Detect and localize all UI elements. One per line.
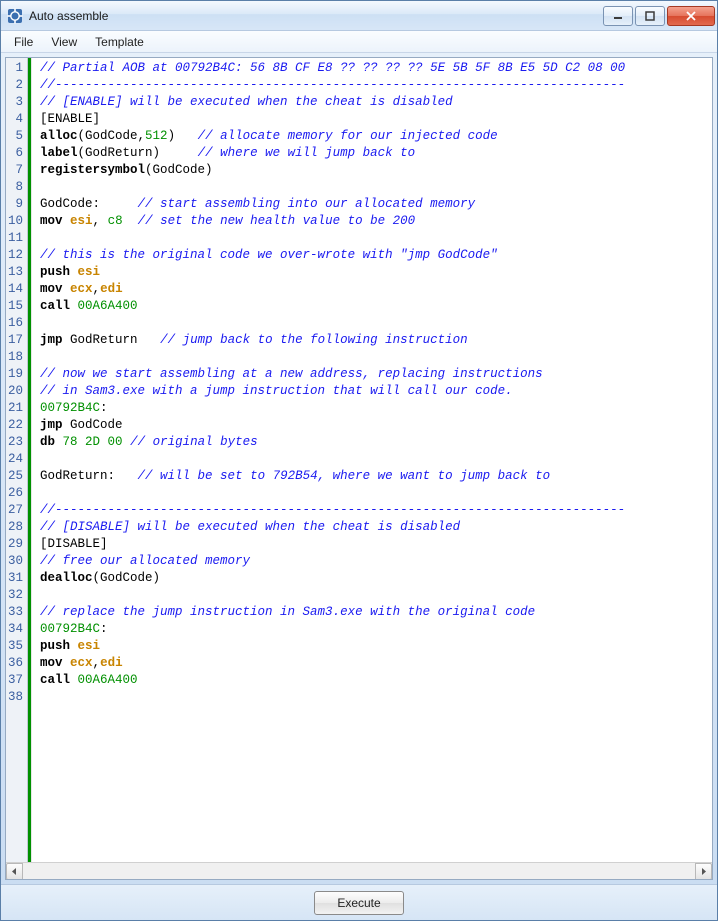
line-number: 22 bbox=[8, 417, 23, 434]
code-line[interactable]: call 00A6A400 bbox=[40, 672, 712, 689]
code-line[interactable]: label(GodReturn) // where we will jump b… bbox=[40, 145, 712, 162]
code-line[interactable] bbox=[40, 230, 712, 247]
code-line[interactable]: 00792B4C: bbox=[40, 621, 712, 638]
code-line[interactable]: //--------------------------------------… bbox=[40, 502, 712, 519]
code-editor[interactable]: // Partial AOB at 00792B4C: 56 8B CF E8 … bbox=[32, 58, 712, 862]
code-line[interactable]: push esi bbox=[40, 264, 712, 281]
code-line[interactable]: // [ENABLE] will be executed when the ch… bbox=[40, 94, 712, 111]
line-number: 34 bbox=[8, 621, 23, 638]
editor-scroll[interactable]: 1234567891011121314151617181920212223242… bbox=[6, 58, 712, 862]
line-number: 27 bbox=[8, 502, 23, 519]
minimize-button[interactable] bbox=[603, 6, 633, 26]
scroll-right-arrow[interactable] bbox=[695, 863, 712, 880]
line-number: 35 bbox=[8, 638, 23, 655]
line-number: 14 bbox=[8, 281, 23, 298]
line-number: 16 bbox=[8, 315, 23, 332]
line-number: 5 bbox=[8, 128, 23, 145]
line-number: 28 bbox=[8, 519, 23, 536]
code-line[interactable] bbox=[40, 349, 712, 366]
line-number: 38 bbox=[8, 689, 23, 706]
line-number: 19 bbox=[8, 366, 23, 383]
code-line[interactable] bbox=[40, 689, 712, 706]
titlebar[interactable]: Auto assemble bbox=[1, 1, 717, 31]
code-line[interactable]: [DISABLE] bbox=[40, 536, 712, 553]
line-number: 4 bbox=[8, 111, 23, 128]
code-line[interactable]: alloc(GodCode,512) // allocate memory fo… bbox=[40, 128, 712, 145]
code-line[interactable]: call 00A6A400 bbox=[40, 298, 712, 315]
code-line[interactable] bbox=[40, 179, 712, 196]
code-line[interactable]: // [DISABLE] will be executed when the c… bbox=[40, 519, 712, 536]
line-number: 13 bbox=[8, 264, 23, 281]
line-number: 11 bbox=[8, 230, 23, 247]
menu-view[interactable]: View bbox=[42, 32, 86, 52]
footer: Execute bbox=[1, 884, 717, 920]
line-number: 25 bbox=[8, 468, 23, 485]
code-line[interactable]: mov ecx,edi bbox=[40, 281, 712, 298]
line-number: 29 bbox=[8, 536, 23, 553]
code-line[interactable]: db 78 2D 00 // original bytes bbox=[40, 434, 712, 451]
line-number: 17 bbox=[8, 332, 23, 349]
line-number: 18 bbox=[8, 349, 23, 366]
line-number: 20 bbox=[8, 383, 23, 400]
menu-template[interactable]: Template bbox=[86, 32, 153, 52]
code-line[interactable] bbox=[40, 315, 712, 332]
code-line[interactable]: //--------------------------------------… bbox=[40, 77, 712, 94]
code-line[interactable]: GodCode: // start assembling into our al… bbox=[40, 196, 712, 213]
code-line[interactable]: // Partial AOB at 00792B4C: 56 8B CF E8 … bbox=[40, 60, 712, 77]
code-line[interactable]: jmp GodReturn // jump back to the follow… bbox=[40, 332, 712, 349]
code-line[interactable]: dealloc(GodCode) bbox=[40, 570, 712, 587]
code-line[interactable]: // this is the original code we over-wro… bbox=[40, 247, 712, 264]
code-line[interactable]: // replace the jump instruction in Sam3.… bbox=[40, 604, 712, 621]
code-line[interactable]: [ENABLE] bbox=[40, 111, 712, 128]
code-line[interactable]: // now we start assembling at a new addr… bbox=[40, 366, 712, 383]
auto-assemble-window: Auto assemble File View Template 1234567… bbox=[0, 0, 718, 921]
code-line[interactable]: GodReturn: // will be set to 792B54, whe… bbox=[40, 468, 712, 485]
horizontal-scrollbar[interactable] bbox=[6, 862, 712, 879]
line-number: 9 bbox=[8, 196, 23, 213]
code-line[interactable] bbox=[40, 451, 712, 468]
line-number: 8 bbox=[8, 179, 23, 196]
line-number: 37 bbox=[8, 672, 23, 689]
code-line[interactable]: // free our allocated memory bbox=[40, 553, 712, 570]
line-number: 10 bbox=[8, 213, 23, 230]
line-number: 33 bbox=[8, 604, 23, 621]
line-number: 1 bbox=[8, 60, 23, 77]
maximize-button[interactable] bbox=[635, 6, 665, 26]
code-line[interactable] bbox=[40, 485, 712, 502]
line-number: 31 bbox=[8, 570, 23, 587]
close-button[interactable] bbox=[667, 6, 715, 26]
line-number: 3 bbox=[8, 94, 23, 111]
line-number: 26 bbox=[8, 485, 23, 502]
execute-button[interactable]: Execute bbox=[314, 891, 404, 915]
code-line[interactable]: 00792B4C: bbox=[40, 400, 712, 417]
line-number: 2 bbox=[8, 77, 23, 94]
menu-file[interactable]: File bbox=[5, 32, 42, 52]
code-line[interactable]: // in Sam3.exe with a jump instruction t… bbox=[40, 383, 712, 400]
line-number: 36 bbox=[8, 655, 23, 672]
line-number: 6 bbox=[8, 145, 23, 162]
menubar: File View Template bbox=[1, 31, 717, 53]
editor-area: 1234567891011121314151617181920212223242… bbox=[5, 57, 713, 880]
app-icon bbox=[7, 8, 23, 24]
code-line[interactable]: registersymbol(GodCode) bbox=[40, 162, 712, 179]
code-line[interactable]: jmp GodCode bbox=[40, 417, 712, 434]
code-line[interactable]: push esi bbox=[40, 638, 712, 655]
line-number: 7 bbox=[8, 162, 23, 179]
code-line[interactable]: mov ecx,edi bbox=[40, 655, 712, 672]
window-title: Auto assemble bbox=[29, 9, 601, 23]
line-number: 30 bbox=[8, 553, 23, 570]
code-line[interactable] bbox=[40, 587, 712, 604]
window-controls bbox=[601, 6, 715, 26]
line-gutter: 1234567891011121314151617181920212223242… bbox=[6, 58, 28, 862]
scroll-left-arrow[interactable] bbox=[6, 863, 23, 880]
line-number: 23 bbox=[8, 434, 23, 451]
line-number: 21 bbox=[8, 400, 23, 417]
code-line[interactable]: mov esi, c8 // set the new health value … bbox=[40, 213, 712, 230]
line-number: 32 bbox=[8, 587, 23, 604]
line-number: 24 bbox=[8, 451, 23, 468]
line-number: 15 bbox=[8, 298, 23, 315]
line-number: 12 bbox=[8, 247, 23, 264]
